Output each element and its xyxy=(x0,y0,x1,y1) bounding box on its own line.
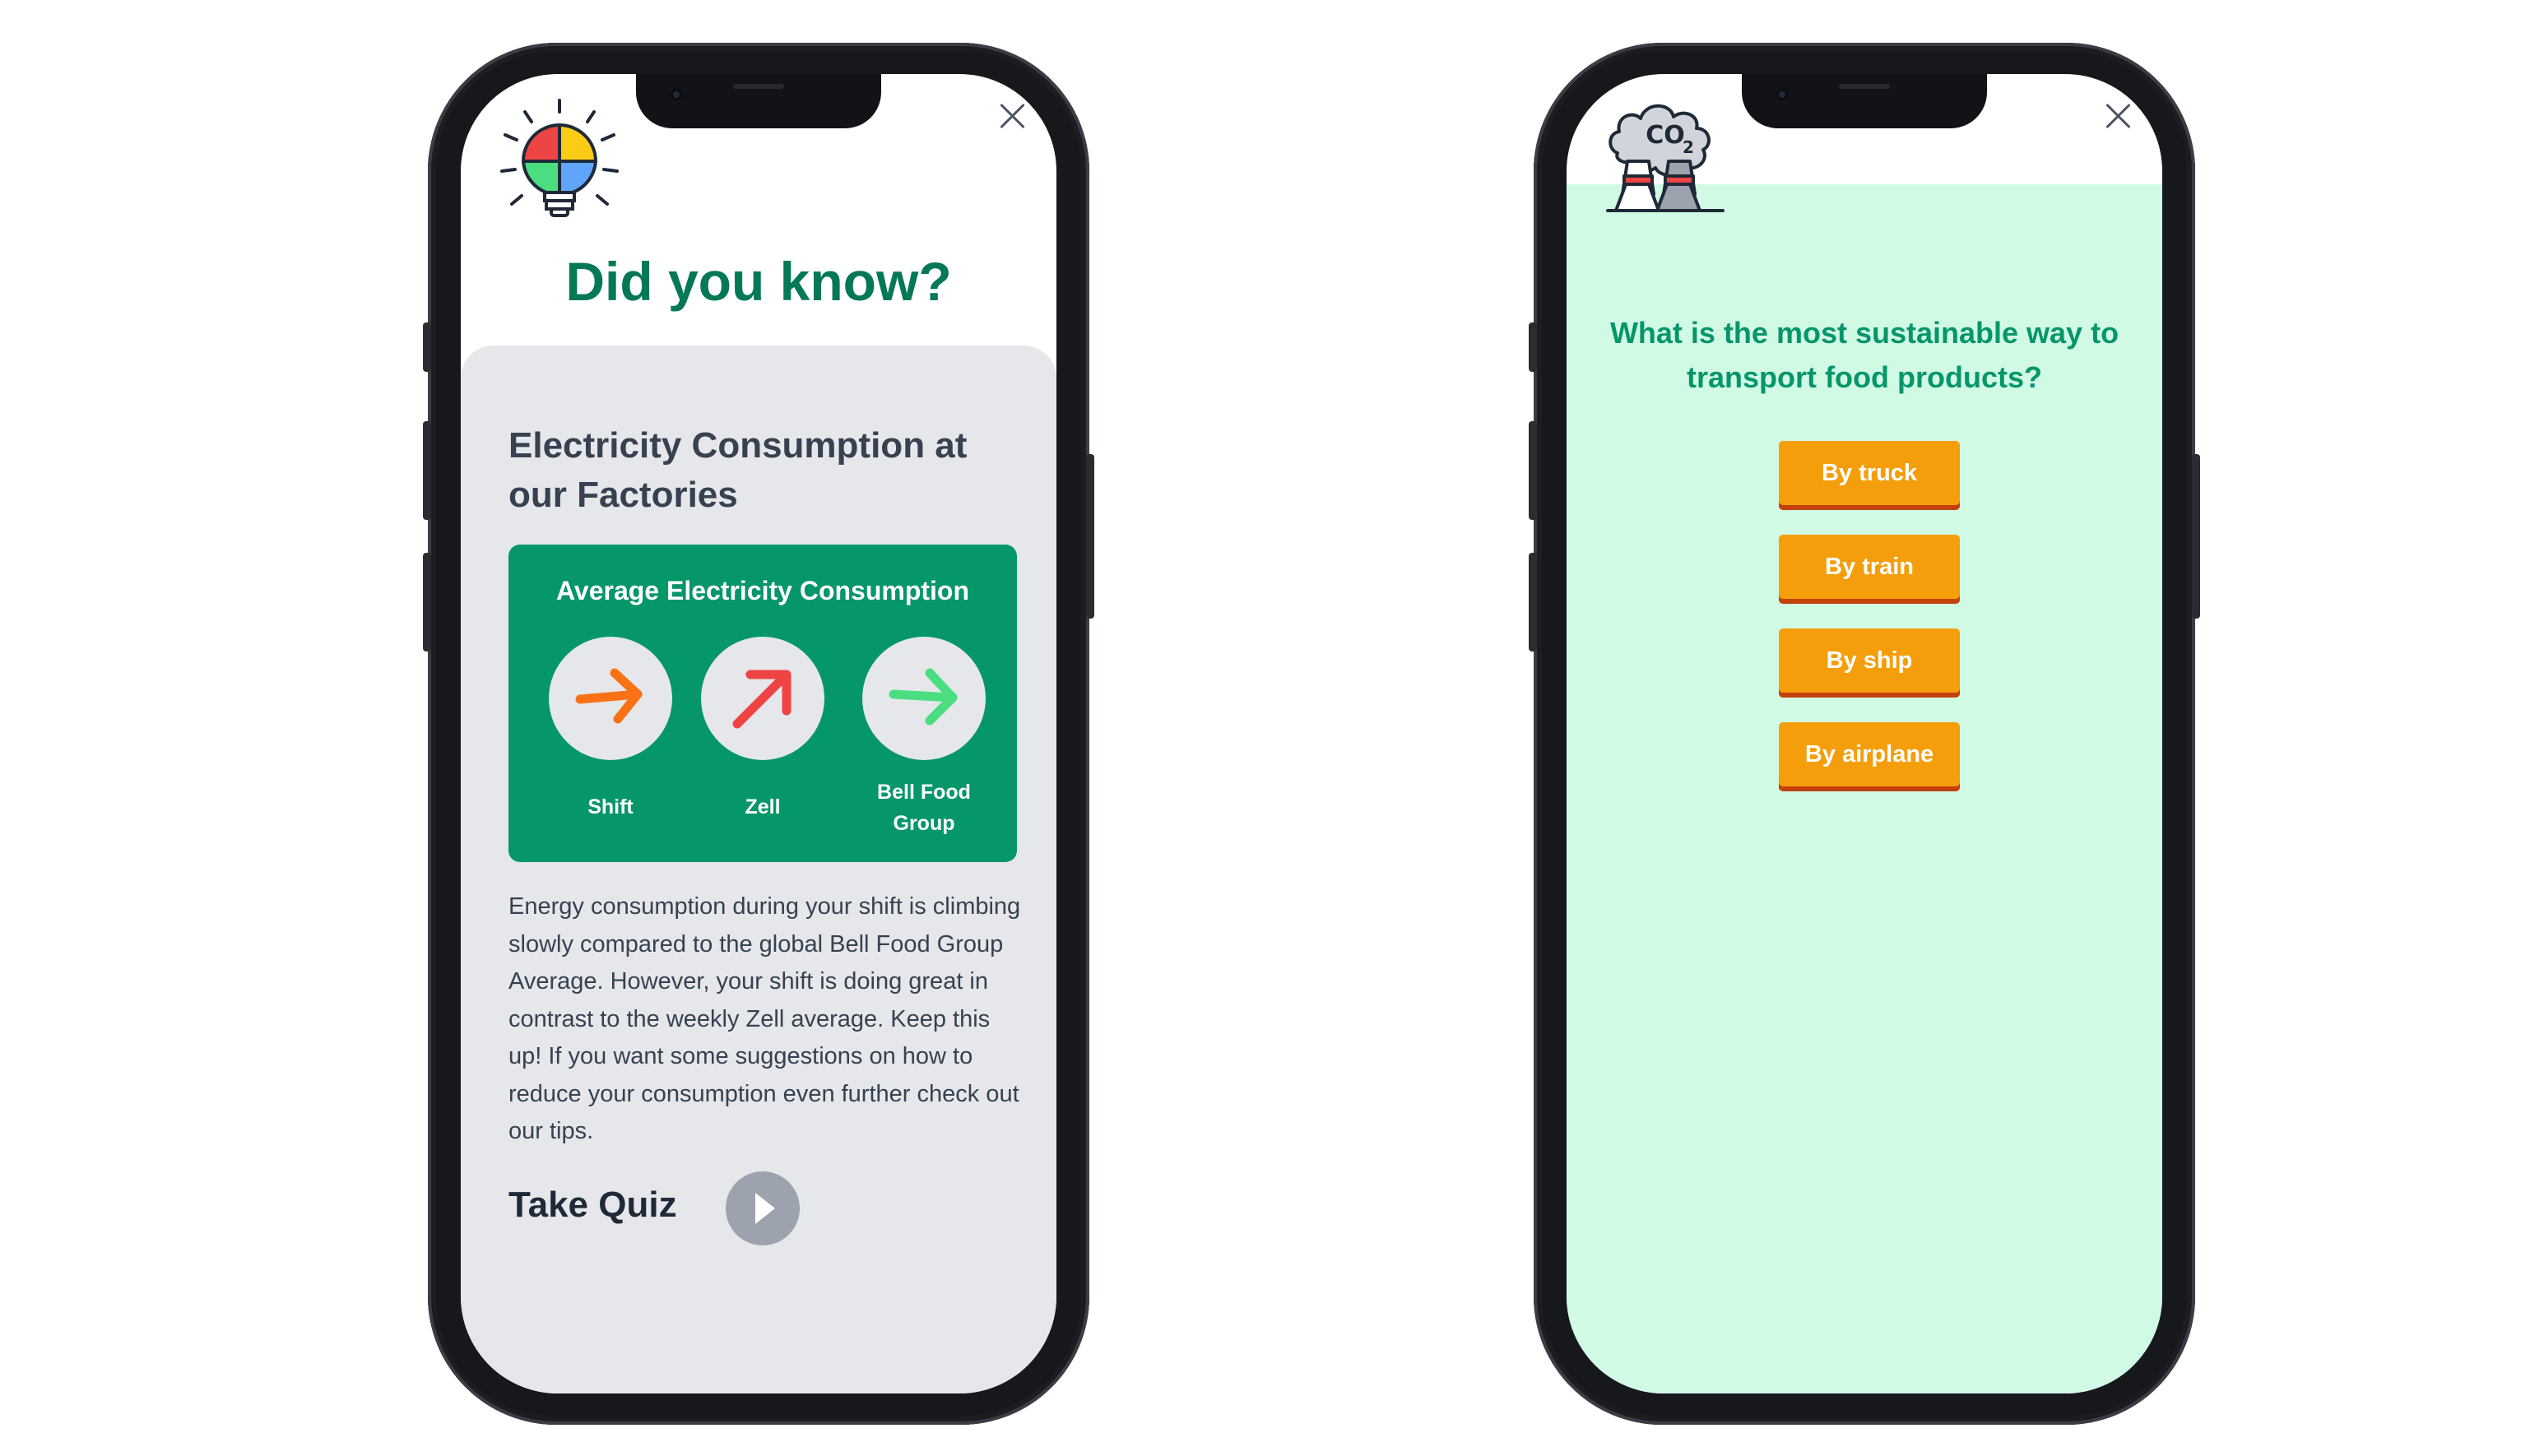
answer-button-train[interactable]: By train xyxy=(1779,535,1960,604)
stats-title: Average Electricity Consumption xyxy=(555,576,970,605)
svg-text:2: 2 xyxy=(1683,137,1694,157)
answer-button-airplane[interactable]: By airplane xyxy=(1779,722,1960,791)
stat-shift: Shift xyxy=(541,637,680,823)
trend-circle xyxy=(701,637,824,760)
take-quiz-label[interactable]: Take Quiz xyxy=(508,1185,677,1226)
page-title: Did you know? xyxy=(565,251,952,312)
answer-button-ship[interactable]: By ship xyxy=(1779,628,1960,698)
stat-zell: Zell xyxy=(693,637,833,823)
close-icon[interactable] xyxy=(2105,102,2133,130)
lightbulb-puzzle-icon xyxy=(500,99,619,217)
arrow-right-icon xyxy=(889,668,958,726)
consumption-stats-box: Average Electricity Consumption Shift Ze… xyxy=(508,545,1017,862)
info-screen: Did you know? Electricity Consumption at… xyxy=(461,74,1056,1393)
trend-circle xyxy=(862,637,986,760)
quiz-screen: CO 2 What is the most sustainable way to… xyxy=(1567,74,2162,1393)
play-icon[interactable] xyxy=(726,1171,800,1245)
description-text: Energy consumption during your shift is … xyxy=(508,893,1021,1144)
stat-bell-food-group: Bell Food Group xyxy=(854,637,994,839)
volume-down-button xyxy=(423,553,431,651)
arrow-up-right-icon xyxy=(732,670,792,729)
close-icon[interactable] xyxy=(999,102,1027,130)
card-title: Electricity Consumption at our Factories xyxy=(508,425,968,515)
info-card: Electricity Consumption at our Factories… xyxy=(461,345,1056,1393)
volume-up-button xyxy=(423,421,431,520)
stat-label: Zell xyxy=(745,795,781,818)
mute-switch xyxy=(423,322,431,372)
power-button xyxy=(2192,454,2200,619)
power-button xyxy=(1086,454,1094,619)
phone-left: Did you know? Electricity Consumption at… xyxy=(423,43,1094,1425)
camera xyxy=(671,89,682,100)
camera xyxy=(1776,89,1788,100)
co2-factory-icon: CO 2 xyxy=(1606,104,1725,212)
mute-switch xyxy=(1529,322,1537,372)
answer-button-truck[interactable]: By truck xyxy=(1779,441,1960,510)
svg-text:CO: CO xyxy=(1646,121,1685,150)
phone-right: CO 2 What is the most sustainable way to… xyxy=(1529,43,2200,1425)
arrow-right-icon xyxy=(575,668,643,724)
speaker xyxy=(733,84,784,89)
notch xyxy=(636,74,881,128)
stat-label: Bell Food Group xyxy=(877,781,971,835)
volume-up-button xyxy=(1529,421,1537,520)
quiz-question: What is the most sustainable way to tran… xyxy=(1609,316,2119,394)
trend-circle xyxy=(549,637,672,760)
volume-down-button xyxy=(1529,553,1537,651)
notch xyxy=(1742,74,1987,128)
speaker xyxy=(1839,84,1890,89)
stat-label: Shift xyxy=(587,795,634,818)
